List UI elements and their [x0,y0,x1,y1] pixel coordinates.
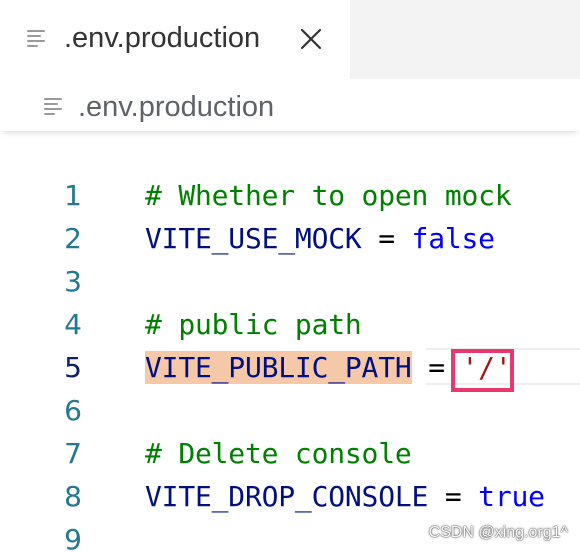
code-line: 8 VITE_DROP_CONSOLE = true [0,475,580,518]
line-number: 1 [64,179,82,212]
tab-env-production[interactable]: .env.production [0,0,350,79]
comment-token: # Whether to open mock [145,179,512,212]
tab-title: .env.production [64,22,261,54]
code-text: # Delete console [145,432,412,475]
line-number: 6 [64,394,82,427]
breadcrumb: .env.production [0,79,580,131]
line-number: 8 [64,480,82,513]
line-number: 9 [64,523,82,552]
comment-token: # Delete console [145,437,412,470]
comment-token: # public path [145,308,362,341]
operator-token: = [428,480,479,513]
editor-window: .env.production .env.production 1 # Whet… [0,0,580,552]
line-number: 4 [64,308,82,341]
line-number: 7 [64,437,82,470]
code-line: 7 # Delete console [0,432,580,475]
value-token: false [411,222,495,255]
value-token: true [478,480,545,513]
key-token-highlighted: VITE_PUBLIC_PATH [145,351,412,384]
line-number: 3 [64,265,82,298]
code-text: # Whether to open mock [145,174,512,217]
code-line: 2 VITE_USE_MOCK = false [0,217,580,260]
code-editor[interactable]: 1 # Whether to open mock 2 VITE_USE_MOCK… [0,131,580,552]
line-number: 2 [64,222,82,255]
line-number: 5 [64,351,82,384]
code-line: 3 [0,260,580,303]
code-line: 4 # public path [0,303,580,346]
code-line: 1 # Whether to open mock [0,174,580,217]
key-token: VITE_USE_MOCK [145,222,362,255]
lines-icon [44,98,64,116]
code-text: VITE_DROP_CONSOLE = true [145,475,545,518]
key-token: VITE_DROP_CONSOLE [145,480,429,513]
code-text: # public path [145,303,362,346]
breadcrumb-item-file[interactable]: .env.production [78,87,274,127]
lines-icon [27,30,47,48]
watermark: CSDN @xing.org1^ [428,524,568,541]
tab-bar: .env.production [0,0,580,79]
operator-token: = [361,222,412,255]
code-text: VITE_USE_MOCK = false [145,217,495,260]
annotation-highlight-box [451,349,514,392]
close-icon[interactable] [299,27,323,51]
code-line: 6 [0,389,580,432]
